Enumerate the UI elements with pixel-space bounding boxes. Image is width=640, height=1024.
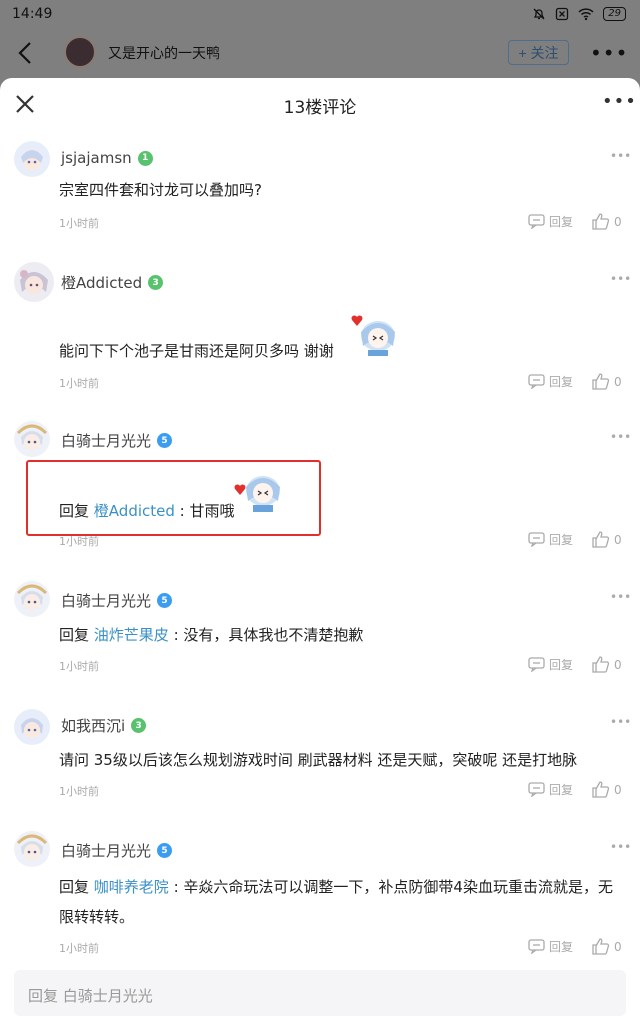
comment-time: 1小时前: [59, 785, 99, 798]
thumbs-up-icon: [592, 938, 610, 955]
status-icons: 29: [532, 7, 626, 21]
comment-item: 白骑士月光光 5 ••• 回复 油炸芒果皮 : 没有，具体我也不清楚抱歉 1小时…: [0, 580, 640, 680]
reply-button[interactable]: 回复: [528, 213, 573, 230]
like-button[interactable]: 0: [592, 373, 622, 390]
sheet-header: 13楼评论 •••: [0, 78, 640, 132]
reply-button[interactable]: 回复: [528, 656, 573, 673]
emoji-sticker: [351, 315, 395, 356]
comment-more-icon[interactable]: •••: [610, 272, 631, 286]
reply-button[interactable]: 回复: [528, 373, 573, 390]
user-avatar[interactable]: [14, 831, 50, 867]
like-button[interactable]: 0: [592, 656, 622, 673]
mention-link[interactable]: 油炸芒果皮: [94, 626, 169, 644]
reply-button[interactable]: 回复: [528, 531, 573, 548]
comment-more-icon[interactable]: •••: [610, 715, 631, 729]
comment-text: 能问下下个池子是甘雨还是阿贝多吗 谢谢: [59, 342, 334, 360]
level-badge: 5: [157, 843, 173, 858]
comment-time: 1小时前: [59, 942, 99, 955]
username[interactable]: 白骑士月光光 5: [61, 430, 173, 451]
comment-more-icon[interactable]: •••: [610, 590, 631, 604]
reply-input[interactable]: 回复 白骑士月光光: [14, 970, 626, 1016]
mute-bell-icon: [533, 8, 545, 20]
sheet-more-icon[interactable]: •••: [602, 91, 637, 112]
comment-more-icon[interactable]: •••: [610, 430, 631, 444]
username[interactable]: 如我西沉i 3: [61, 715, 147, 736]
comment-item: 如我西沉i 3 ••• 请问 35级以后该怎么规划游戏时间 刷武器材料 还是天赋…: [0, 705, 640, 805]
thumbs-up-icon: [592, 781, 610, 798]
reply-button[interactable]: 回复: [528, 938, 573, 955]
comment-text: 宗室四件套和讨龙可以叠加吗?: [59, 181, 262, 199]
level-badge: 3: [131, 718, 147, 733]
post-header: 又是开心的一天鸭 + 关注 •••: [0, 28, 640, 78]
comment-icon: [528, 374, 545, 389]
comment-time: 1小时前: [59, 377, 99, 390]
more-icon[interactable]: •••: [590, 41, 628, 65]
follow-button[interactable]: + 关注: [508, 40, 569, 65]
author-name[interactable]: 又是开心的一天鸭: [108, 43, 220, 63]
like-button[interactable]: 0: [592, 781, 622, 798]
comment-text: 请问 35级以后该怎么规划游戏时间 刷武器材料 还是天赋，突破呢 还是打地脉: [59, 751, 578, 769]
comment-time: 1小时前: [59, 217, 99, 230]
comment-icon: [528, 657, 545, 672]
highlight-annotation: [26, 460, 321, 536]
comment-item: jsjajamsn 1 ••• 宗室四件套和讨龙可以叠加吗? 1小时前 回复 0: [0, 139, 640, 239]
reply-bar: 回复 白骑士月光光: [0, 966, 640, 1024]
user-avatar[interactable]: [14, 421, 50, 457]
username[interactable]: 白骑士月光光 5: [61, 840, 173, 861]
comment-more-icon[interactable]: •••: [610, 149, 631, 163]
comment-icon: [528, 532, 545, 547]
user-avatar[interactable]: [14, 709, 50, 745]
sim-off-icon: [556, 7, 569, 21]
status-bar: 14:49 29: [0, 0, 640, 28]
author-avatar[interactable]: [64, 36, 96, 68]
level-badge: 1: [137, 150, 153, 166]
thumbs-up-icon: [592, 531, 610, 548]
comment-sheet: 13楼评论 ••• jsjajamsn 1 ••• 宗室四件套和讨龙可以叠加吗?…: [0, 78, 640, 1024]
comment-icon: [528, 939, 545, 954]
level-badge: 5: [157, 433, 173, 448]
comment-icon: [528, 782, 545, 797]
thumbs-up-icon: [592, 656, 610, 673]
thumbs-up-icon: [592, 373, 610, 390]
comment-more-icon[interactable]: •••: [610, 840, 631, 854]
username[interactable]: 橙Addicted 3: [61, 272, 164, 293]
like-button[interactable]: 0: [592, 213, 622, 230]
thumbs-up-icon: [592, 213, 610, 230]
comment-text: 回复 油炸芒果皮 : 没有，具体我也不清楚抱歉: [59, 626, 364, 644]
comment-icon: [528, 214, 545, 229]
level-badge: 3: [148, 275, 164, 290]
like-button[interactable]: 0: [592, 938, 622, 955]
comment-text: 回复 咖啡养老院 : 辛焱六命玩法可以调整一下，补点防御带4染血玩重击流就是，无…: [59, 878, 613, 926]
wifi-icon: [578, 8, 594, 21]
back-arrow-icon[interactable]: [14, 40, 38, 66]
reply-button[interactable]: 回复: [528, 781, 573, 798]
username[interactable]: jsjajamsn 1: [61, 149, 153, 167]
username[interactable]: 白骑士月光光 5: [61, 590, 173, 611]
comment-item: 橙Addicted 3 ••• 能问下下个池子是甘雨还是阿贝多吗 谢谢 1小时前…: [0, 262, 640, 392]
user-avatar[interactable]: [14, 581, 50, 617]
user-avatar[interactable]: [14, 262, 54, 302]
comment-time: 1小时前: [59, 660, 99, 673]
like-button[interactable]: 0: [592, 531, 622, 548]
level-badge: 5: [157, 593, 173, 608]
mention-link[interactable]: 咖啡养老院: [94, 878, 169, 896]
user-avatar[interactable]: [14, 141, 50, 177]
comment-item: 白骑士月光光 5 ••• 回复 咖啡养老院 : 辛焱六命玩法可以调整一下，补点防…: [0, 830, 640, 960]
sheet-title: 13楼评论: [283, 98, 357, 118]
battery-indicator: 29: [603, 7, 626, 21]
status-time: 14:49: [12, 6, 53, 22]
